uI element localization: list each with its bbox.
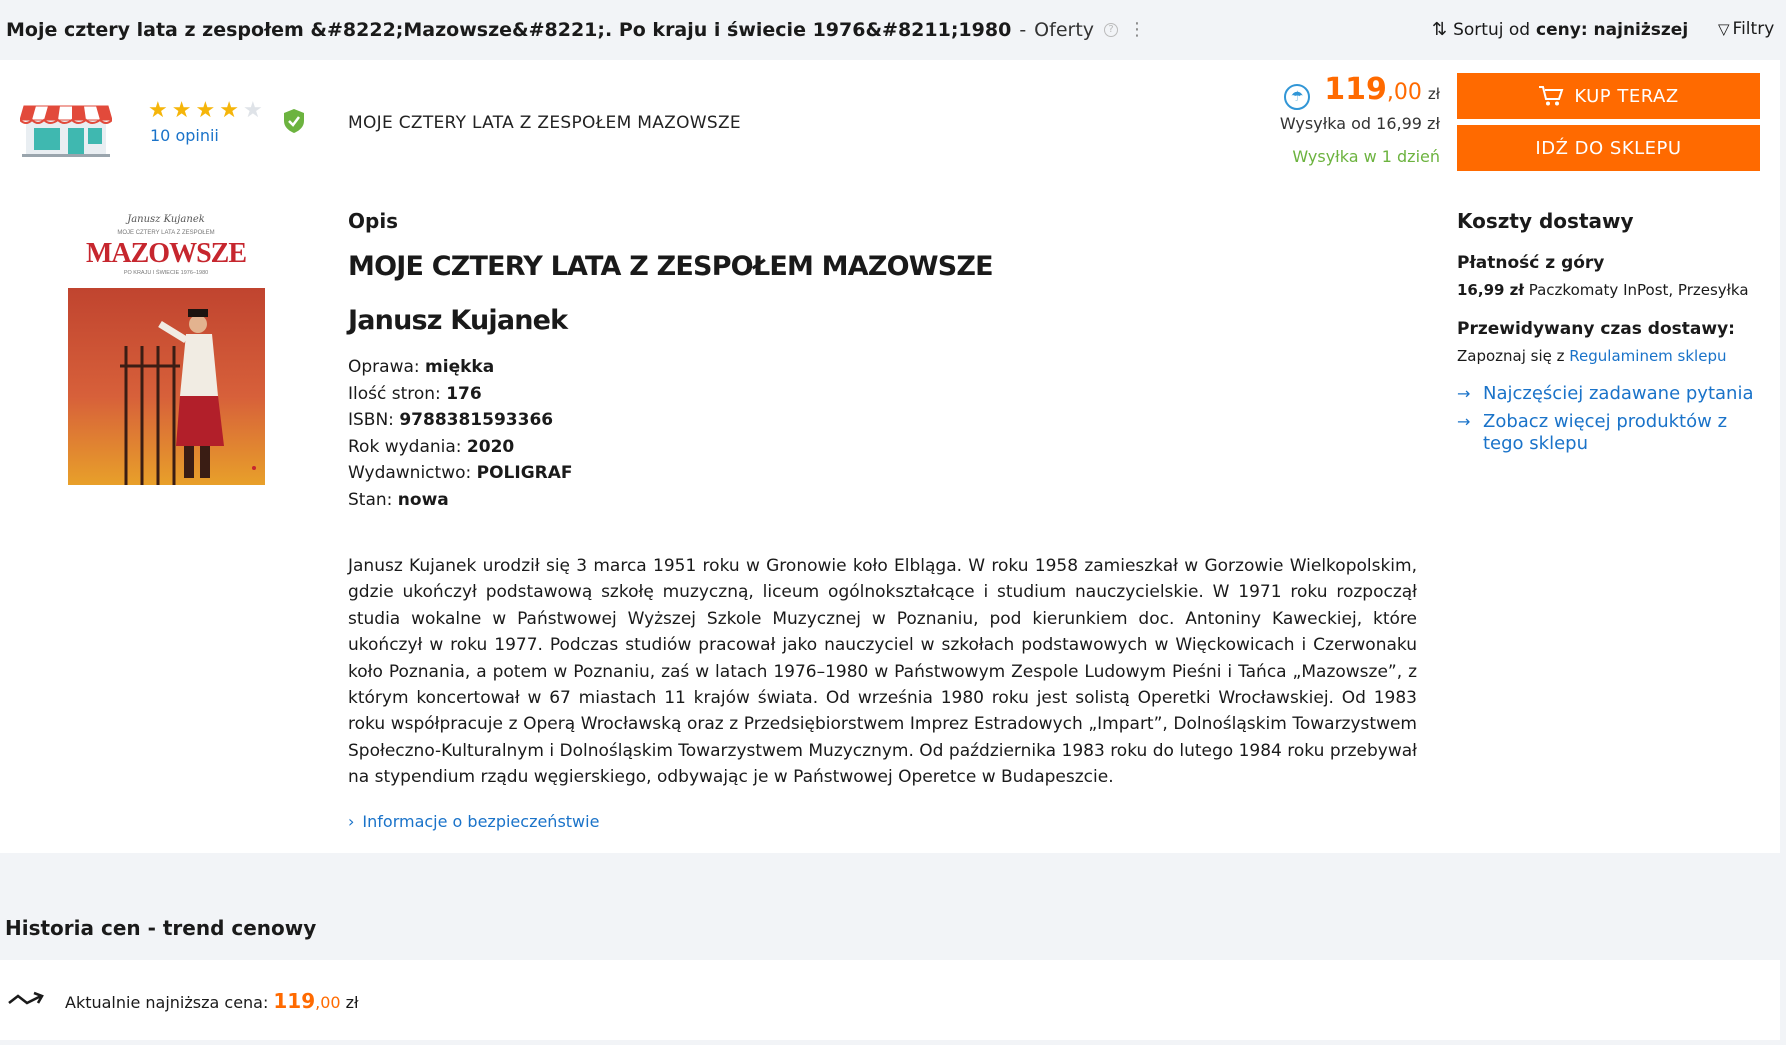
price-currency: zł	[1427, 85, 1440, 103]
sort-dropdown[interactable]: ⇅ Sortuj od ceny: najniższej	[1432, 19, 1688, 40]
price-decimal: ,00	[1386, 80, 1422, 105]
price-history-card: Aktualnie najniższa cena: 119 ,00 zł	[0, 960, 1780, 1040]
rating-stars: ★ ★ ★ ★ ★	[148, 100, 263, 122]
eta-details: Zapoznaj się z Regulaminem sklepu	[1457, 347, 1727, 365]
buy-now-label: KUP TERAZ	[1574, 85, 1679, 107]
cover-author-text: Janusz Kujanek	[125, 214, 205, 225]
current-lowest-price: Aktualnie najniższa cena: 119 ,00 zł	[65, 989, 359, 1013]
prepay-price: 16,99 zł	[1457, 281, 1524, 299]
sort-value: ceny: najniższej	[1536, 19, 1689, 40]
spec-row: Wydawnictwo: POLIGRAF	[348, 463, 573, 483]
offer-card: ★ ★ ★ ★ ★ 10 opinii MOJE CZTERY LATA Z Z…	[0, 60, 1780, 853]
price-history-heading: Historia cen - trend cenowy	[5, 916, 317, 940]
filter-icon: ▽	[1718, 20, 1730, 38]
star-empty-icon: ★	[242, 98, 263, 123]
offer-product-name[interactable]: MOJE CZTERY LATA Z ZESPOŁEM MAZOWSZE	[348, 113, 741, 133]
filters-button[interactable]: ▽ Filtry	[1718, 19, 1774, 39]
verified-shield-icon	[284, 109, 304, 133]
faq-link-label: Najczęściej zadawane pytania	[1483, 383, 1754, 404]
eta-heading: Przewidywany czas dostawy:	[1457, 319, 1735, 339]
filters-label: Filtry	[1732, 19, 1775, 39]
cover-title-text: MAZOWSZE	[86, 238, 246, 269]
more-products-label: Zobacz więcej produktów z tego sklepu	[1483, 411, 1728, 454]
reviews-link[interactable]: 10 opinii	[150, 126, 219, 145]
current-lowest-label: Aktualnie najniższa cena:	[65, 993, 269, 1012]
title-separator: -	[1019, 19, 1027, 41]
spec-row: Stan: nowa	[348, 489, 449, 510]
spec-row: ISBN: 9788381593366	[348, 410, 554, 430]
delivery-heading: Koszty dostawy	[1457, 209, 1634, 233]
star-icon: ★	[171, 98, 192, 123]
shop-logo-icon[interactable]	[20, 98, 112, 158]
arrow-right-icon: →	[1457, 412, 1471, 431]
umbrella-protection-icon: ☂	[1284, 84, 1311, 110]
prepay-methods: Paczkomaty InPost, Przesyłka	[1523, 281, 1749, 299]
spec-row: Rok wydania: 2020	[348, 436, 515, 457]
shipping-time: Wysyłka w 1 dzień	[1292, 147, 1440, 166]
safety-info-label: Informacje o bezpieczeństwie	[362, 812, 600, 831]
go-to-shop-label: IDŹ DO SKLEPU	[1535, 137, 1682, 159]
book-title: MOJE CZTERY LATA Z ZESPOŁEM MAZOWSZE	[348, 251, 994, 282]
price-block: ☂ 119 ,00 zł Wysyłka od 16,99 zł Wysyłka…	[1280, 72, 1440, 166]
cover-subtitle-text: MOJE CZTERY LATA Z ZESPOŁEM	[117, 230, 214, 236]
shop-terms-link[interactable]: Regulaminem sklepu	[1569, 347, 1726, 365]
prepay-details: 16,99 zł Paczkomaty InPost, Przesyłka	[1457, 281, 1767, 299]
sort-prefix: Sortuj od	[1453, 19, 1531, 40]
spec-row: Ilość stron: 176	[348, 383, 482, 404]
sort-arrows-icon: ⇅	[1432, 19, 1448, 40]
more-products-link[interactable]: → Zobacz więcej produktów z tego sklepu	[1457, 411, 1767, 455]
shipping-cost: Wysyłka od 16,99 zł	[1279, 114, 1440, 133]
spec-row: Oprawa: miękka	[348, 357, 495, 377]
price-integer: 119	[1324, 72, 1387, 107]
more-options-icon[interactable]: ⋮	[1128, 21, 1146, 39]
book-author: Janusz Kujanek	[348, 305, 568, 336]
page-title: Moje cztery lata z zespołem &#8222;Mazow…	[6, 19, 1012, 41]
buy-now-button[interactable]: KUP TERAZ	[1457, 73, 1760, 119]
chevron-right-icon: ›	[348, 812, 355, 831]
trend-arrow-icon	[8, 991, 44, 1005]
star-icon: ★	[148, 98, 168, 123]
description-heading: Opis	[348, 209, 399, 233]
book-cover-image[interactable]: Janusz Kujanek MOJE CZTERY LATA Z ZESPOŁ…	[68, 206, 265, 485]
star-icon: ★	[195, 98, 216, 123]
cart-icon	[1539, 86, 1564, 106]
star-icon: ★	[219, 98, 239, 123]
delivery-costs-panel: Koszty dostawy Płatność z góry 16,99 zł …	[1457, 209, 1767, 455]
faq-link[interactable]: → Najczęściej zadawane pytania	[1457, 383, 1767, 405]
cover-tagline-text: PO KRAJU I ŚWIECIE 1976–1980	[124, 268, 208, 276]
lowest-price-currency: zł	[345, 993, 359, 1012]
help-icon[interactable]: ?	[1104, 23, 1119, 37]
arrow-right-icon: →	[1457, 384, 1471, 403]
lowest-price-decimal: ,00	[315, 993, 341, 1012]
author-bio: Janusz Kujanek urodził się 3 marca 1951 …	[348, 556, 1417, 788]
lowest-price-integer: 119	[273, 989, 316, 1013]
offers-label: Oferty	[1034, 19, 1095, 41]
book-specs: Oprawa: miękka Ilość stron: 176 ISBN: 97…	[348, 354, 573, 513]
safety-info-link[interactable]: › Informacje o bezpieczeństwie	[348, 812, 599, 831]
prepay-heading: Płatność z góry	[1457, 253, 1605, 273]
go-to-shop-button[interactable]: IDŹ DO SKLEPU	[1457, 125, 1760, 171]
